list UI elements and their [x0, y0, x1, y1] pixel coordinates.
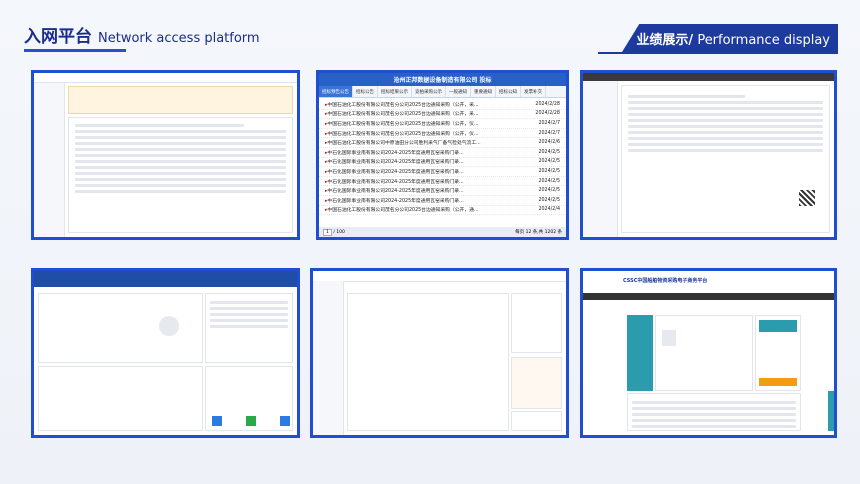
thumb4-topbar — [34, 271, 297, 287]
list-item[interactable]: 中国石油化工股份有限公司茂名分公司2025台边通知采购（公开，仪...2024/… — [319, 129, 566, 139]
thumb6-actions — [755, 315, 801, 391]
thumb2-title: 沧州正邦数据设备制造有限公司 投标 — [319, 73, 566, 86]
thumb6-profile — [655, 315, 753, 391]
thumb5-topbar — [313, 271, 566, 282]
section-title-cn: 业绩展示/ — [636, 32, 694, 48]
thumb5-side-panel-2 — [511, 357, 562, 409]
thumb1-topbar — [34, 73, 297, 83]
screenshot-thumb-5 — [310, 268, 569, 438]
page-count: 每页 12 条,共 1202 条 — [515, 230, 562, 235]
list-item[interactable]: 中石化国际事业南有限公司2024-2025年度通用瓦窑采购门录...2024/2… — [319, 196, 566, 206]
thumb4-table-panel — [38, 366, 203, 431]
list-item[interactable]: 中国石油化工股份有限公司中原油田分公司胜利采气厂备气检处气流工...2024/2… — [319, 138, 566, 148]
thumb6-nav — [583, 293, 834, 300]
thumb5-main-panel — [347, 293, 509, 431]
section-banner: 业绩展示/ Performance display — [622, 24, 838, 52]
thumb2-tab[interactable]: 重要通知 — [471, 86, 496, 97]
list-item[interactable]: 中国石油化工股份有限公司茂名分公司2025台边通知采购（公开，仪...2024/… — [319, 119, 566, 129]
thumb6-side-menu — [627, 315, 653, 391]
thumb1-notice — [68, 86, 293, 114]
thumb2-tab[interactable]: 招标结果公示 — [378, 86, 412, 97]
page-input[interactable]: 1 — [323, 228, 332, 236]
list-item[interactable]: 中国石油化工股份有限公司茂名分公司2025台边通知采购（公开，采...2024/… — [319, 100, 566, 110]
page-total: / 100 — [333, 229, 345, 235]
thumb5-side-panel-1 — [511, 293, 562, 353]
list-item[interactable]: 中国石油化工股份有限公司茂名分公司2025台边通知采购（公开，采...2024/… — [319, 110, 566, 120]
list-item[interactable]: 中石化国际事业南有限公司2024-2025年度通用瓦窑采购门录...2024/2… — [319, 148, 566, 158]
list-item[interactable]: 中石化国际事业南有限公司2024-2025年度通用瓦窑采购门录...2024/2… — [319, 167, 566, 177]
thumb2-tab[interactable]: 一般通知 — [446, 86, 471, 97]
thumb3-sidebar — [583, 81, 618, 237]
section-underline — [598, 52, 838, 54]
thumb4-links-panel — [205, 366, 293, 431]
thumb3-form — [621, 85, 830, 233]
avatar — [662, 330, 676, 346]
thumb2-tabs: 招标预告公告 招标公告 招标结果公示 竞拍采购公示 一般通知 重要通知 招标公知… — [319, 86, 566, 98]
list-item[interactable]: 中石化国际事业南有限公司2024-2025年度通用瓦窑采购门录...2024/2… — [319, 158, 566, 168]
screenshot-thumb-4 — [31, 268, 300, 438]
list-item[interactable]: 中石化国际事业南有限公司2024-2025年度通用瓦窑采购门录...2024/2… — [319, 186, 566, 196]
thumb2-tab[interactable]: 招标公知 — [496, 86, 521, 97]
thumb4-news-panel — [205, 293, 293, 363]
screenshot-thumb-1 — [31, 70, 300, 240]
screenshot-thumb-3 — [580, 70, 837, 240]
shortcut-icon[interactable] — [280, 416, 290, 426]
list-item[interactable]: 中石化国际事业南有限公司2024-2025年度通用瓦窑采购门录...2024/2… — [319, 177, 566, 187]
thumb6-list — [627, 393, 801, 431]
thumb2-list: 中国石油化工股份有限公司茂名分公司2025台边通知采购（公开，采...2024/… — [319, 98, 566, 216]
thumb1-sidebar — [34, 73, 65, 237]
thumb2-tab[interactable]: 发票补交 — [521, 86, 546, 97]
thumb5-sidebar — [313, 281, 344, 435]
thumb3-topbar — [583, 73, 834, 81]
shortcut-icon[interactable] — [212, 416, 222, 426]
thumb2-tab[interactable]: 招标预告公告 — [319, 86, 353, 97]
page-header-left: 入网平台 Network access platform — [24, 22, 260, 47]
avatar — [159, 316, 179, 336]
action-button[interactable] — [759, 320, 797, 332]
thumb2-pagination: 1 / 100 每页 12 条,共 1202 条 — [319, 227, 566, 237]
qr-code-icon — [799, 190, 815, 206]
section-title-en: Performance display — [697, 32, 830, 48]
list-item[interactable]: 中国石油化工股份有限公司茂名分公司2025台边通知采购（公开，通...2024/… — [319, 206, 566, 216]
shortcut-icon[interactable] — [246, 416, 256, 426]
thumb2-tab[interactable]: 招标公告 — [353, 86, 378, 97]
thumb5-side-panel-3 — [511, 411, 562, 431]
thumb4-profile-panel — [38, 293, 203, 363]
page-title-en: Network access platform — [98, 31, 260, 46]
action-button[interactable] — [759, 378, 797, 386]
screenshot-thumb-2: 沧州正邦数据设备制造有限公司 投标 招标预告公告 招标公告 招标结果公示 竞拍采… — [316, 70, 569, 240]
screenshot-thumb-6: CSSC中国船舶物资采购电子商务平台 — [580, 268, 837, 438]
page-title-cn: 入网平台 — [24, 27, 92, 47]
thumb2-tab[interactable]: 竞拍采购公示 — [412, 86, 446, 97]
thumb6-brand: CSSC中国船舶物资采购电子商务平台 — [623, 278, 708, 284]
thumb1-table — [68, 117, 293, 233]
thumb6-float-toolbar[interactable] — [828, 391, 834, 431]
title-underline — [24, 49, 126, 52]
